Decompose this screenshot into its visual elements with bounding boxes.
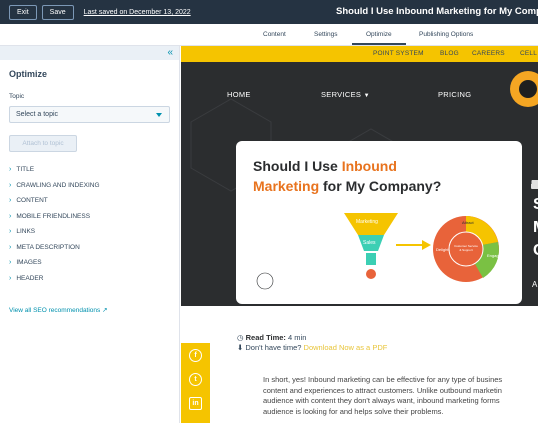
funnel-top-label: Marketing	[356, 219, 378, 225]
social-share-bar: f t in	[181, 343, 210, 423]
seo-item-label: HEADER	[16, 274, 44, 282]
chevron-right-icon: ›	[9, 181, 12, 189]
seo-item-label: META DESCRIPTION	[16, 243, 80, 251]
seo-item-label: CONTENT	[16, 197, 48, 205]
linkedin-icon: in	[192, 400, 199, 407]
article-line: In short, yes! Inbound marketing can be …	[263, 375, 503, 384]
nav-home[interactable]: HOME	[227, 90, 251, 99]
view-all-label: View all SEO recommendations	[9, 307, 101, 314]
twitter-share-button[interactable]: t	[189, 373, 202, 386]
seo-item-label: IMAGES	[16, 259, 42, 267]
sidebar-title: Optimize	[9, 69, 48, 79]
wheel-center-label: Customer Service & Support	[454, 244, 478, 252]
twitter-icon: t	[194, 376, 197, 383]
funnel-mid-label: Sales	[363, 240, 376, 246]
tab-settings[interactable]: Settings	[314, 31, 338, 38]
attach-to-topic-button[interactable]: Attach to topic	[9, 135, 77, 152]
save-button[interactable]: Save	[41, 4, 74, 20]
seo-item-content[interactable]: › CONTENT	[9, 193, 100, 209]
seo-item-mobile[interactable]: › MOBILE FRIENDLINESS	[9, 209, 100, 225]
seo-item-label: MOBILE FRIENDLINESS	[16, 212, 91, 220]
chevron-right-icon: ›	[9, 259, 12, 267]
chevron-right-icon: ›	[9, 197, 12, 205]
download-icon: ⬇	[237, 343, 244, 352]
download-pdf-link[interactable]: Download Now as a PDF	[304, 343, 388, 352]
seo-item-images[interactable]: › IMAGES	[9, 255, 100, 271]
seo-item-label: TITLE	[16, 166, 35, 174]
seo-item-meta[interactable]: › META DESCRIPTION	[9, 240, 100, 256]
view-all-seo-link[interactable]: View all SEO recommendations ↗	[9, 306, 108, 314]
chevron-right-icon: ›	[9, 212, 12, 220]
seo-item-header[interactable]: › HEADER	[9, 271, 100, 287]
topic-label: Topic	[9, 93, 25, 100]
facebook-icon: f	[194, 352, 197, 359]
facebook-share-button[interactable]: f	[189, 349, 202, 362]
nav-point-system[interactable]: POINT SYSTEM	[373, 50, 424, 57]
seo-item-crawling[interactable]: › CRAWLING AND INDEXING	[9, 178, 100, 194]
utility-nav-bar: POINT SYSTEM BLOG CAREERS CELL	[181, 46, 538, 62]
peek-letter: C	[533, 242, 538, 260]
dont-have-time-text: Don't have time?	[245, 343, 302, 352]
sidebar-collapse-strip: «	[0, 46, 179, 60]
nav-services[interactable]: SERVICES ▼	[321, 90, 370, 99]
article-line: content and experiences to attract custo…	[263, 385, 502, 395]
brand-logo[interactable]	[510, 71, 538, 107]
nav-cell[interactable]: CELL	[520, 50, 537, 57]
linkedin-share-button[interactable]: in	[189, 397, 202, 410]
nav-blog[interactable]: BLOG	[440, 50, 459, 57]
topic-select-placeholder: Select a topic	[16, 111, 59, 118]
editor-top-bar: Exit Save Last saved on December 13, 202…	[0, 0, 538, 24]
collapse-icon[interactable]: «	[167, 47, 173, 58]
peek-tag: I	[531, 180, 538, 189]
nav-pricing[interactable]: PRICING	[438, 90, 471, 99]
logo-skull-icon	[519, 80, 537, 98]
caret-down-icon	[156, 113, 162, 117]
seo-item-title[interactable]: › TITLE	[9, 162, 100, 178]
peek-letter: A	[532, 280, 538, 289]
editor-tabs: Content Settings Optimize Publishing Opt…	[0, 24, 538, 46]
caret-down-icon: ▼	[363, 93, 370, 99]
peek-letter: M	[533, 219, 538, 237]
seo-item-links[interactable]: › LINKS	[9, 224, 100, 240]
seo-recommendations-list: › TITLE › CRAWLING AND INDEXING › CONTENT ›…	[9, 162, 100, 286]
last-saved-link[interactable]: Last saved on December 13, 2022	[84, 9, 191, 16]
exit-button[interactable]: Exit	[9, 4, 37, 20]
download-prompt: ⬇ Don't have time? Download Now as a PDF	[237, 343, 387, 352]
inbound-funnel-graphic	[256, 213, 499, 290]
tab-publishing-options[interactable]: Publishing Options	[419, 31, 473, 38]
tab-content[interactable]: Content	[263, 31, 286, 38]
wheel-label-delight: Delight	[436, 247, 449, 252]
peek-letter: S	[533, 196, 538, 214]
read-time: ◷ Read Time: 4 min	[237, 333, 306, 342]
chevron-right-icon: ›	[9, 274, 12, 282]
page-preview: POINT SYSTEM BLOG CAREERS CELL HOME SERV…	[181, 46, 538, 423]
seo-item-label: CRAWLING AND INDEXING	[16, 181, 100, 189]
document-title: Should I Use Inbound Marketing for My Co…	[336, 6, 538, 17]
article-line: audience with content they don't always …	[263, 396, 500, 405]
hero-image-card: Should I Use Inbound Marketing for My Co…	[236, 141, 522, 304]
clock-icon: ◷	[237, 333, 244, 342]
article-intro: In short, yes! Inbound marketing can be …	[263, 375, 538, 417]
chevron-right-icon: ›	[9, 228, 12, 236]
wheel-label-engage: Engage	[487, 253, 501, 258]
external-link-icon: ↗	[102, 307, 108, 314]
read-time-value: 4 min	[288, 333, 307, 342]
wheel-label-attract: Attract	[462, 220, 474, 225]
tab-optimize[interactable]: Optimize	[352, 31, 406, 45]
nav-services-label: SERVICES	[321, 90, 362, 99]
seo-item-label: LINKS	[16, 228, 36, 236]
optimize-sidebar: « Optimize Topic Select a topic Attach t…	[0, 46, 180, 423]
read-time-label: Read Time:	[245, 333, 286, 342]
topic-select[interactable]: Select a topic	[9, 106, 170, 123]
hero-section: HOME SERVICES ▼ PRICING Should I Use Inb…	[181, 62, 538, 306]
nav-careers[interactable]: CAREERS	[472, 50, 505, 57]
chevron-right-icon: ›	[9, 166, 12, 174]
chevron-right-icon: ›	[9, 243, 12, 251]
article-line: audience is looking for and helps solve …	[263, 406, 444, 416]
